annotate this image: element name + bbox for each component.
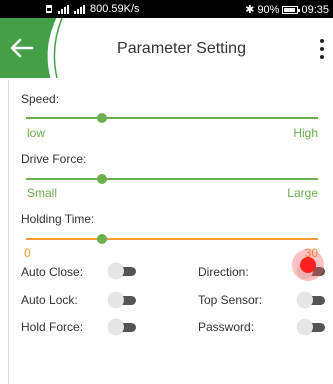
top-sensor-toggle-thumb xyxy=(297,292,313,308)
holding-time-slider-thumb[interactable] xyxy=(96,234,107,244)
auto-close-toggle[interactable] xyxy=(108,263,138,279)
battery-percent: 90% xyxy=(257,3,280,16)
overflow-menu-button[interactable] xyxy=(315,36,329,62)
touch-indicator-dot xyxy=(300,257,316,273)
drive-force-slider[interactable] xyxy=(26,174,318,184)
drive-force-slider-thumb[interactable] xyxy=(96,174,107,184)
speed-min-label: low xyxy=(27,126,46,140)
hold-force-toggle[interactable] xyxy=(108,319,138,335)
status-right: ✱ 90% 09:35 xyxy=(245,3,329,17)
app-header: Parameter Setting xyxy=(0,18,333,78)
drive-force-max-label: Large xyxy=(287,186,318,200)
speed-slider-thumb[interactable] xyxy=(96,113,107,123)
arrow-left-icon xyxy=(10,38,34,58)
auto-lock-toggle-thumb xyxy=(108,292,124,308)
direction-label: Direction: xyxy=(198,265,249,279)
top-sensor-label: Top Sensor: xyxy=(198,293,263,307)
speed-label: Speed: xyxy=(21,92,60,106)
more-vert-icon xyxy=(320,39,324,43)
password-label: Password: xyxy=(198,320,255,334)
password-toggle[interactable] xyxy=(297,319,327,335)
network-speed: 800.59K/s xyxy=(90,3,140,15)
battery-icon xyxy=(282,5,301,14)
speed-max-label: High xyxy=(293,126,318,140)
holding-time-slider[interactable] xyxy=(26,234,318,244)
auto-close-toggle-thumb xyxy=(108,263,124,279)
content-divider xyxy=(8,80,9,384)
bluetooth-icon: ✱ xyxy=(245,4,255,16)
holding-time-min-label: 0 xyxy=(24,246,31,260)
battery-fill xyxy=(284,7,296,12)
status-left: 800.59K/s xyxy=(44,3,140,15)
clock: 09:35 xyxy=(301,3,329,16)
auto-lock-toggle[interactable] xyxy=(108,292,138,308)
status-bar: 800.59K/s ✱ 90% 09:35 xyxy=(0,0,333,18)
password-toggle-thumb xyxy=(297,319,313,335)
hold-force-toggle-thumb xyxy=(108,319,124,335)
hold-force-label: Hold Force: xyxy=(21,320,84,334)
top-sensor-toggle[interactable] xyxy=(297,292,327,308)
more-vert-dot-3 xyxy=(320,55,324,59)
speed-slider[interactable] xyxy=(26,113,318,123)
signal-icon-2 xyxy=(74,5,85,14)
sim-card-icon xyxy=(46,5,52,13)
drive-force-min-label: Small xyxy=(27,186,58,200)
more-vert-dot-2 xyxy=(320,47,324,51)
holding-time-label: Holding Time: xyxy=(21,212,95,226)
back-button[interactable] xyxy=(6,34,38,62)
page-title: Parameter Setting xyxy=(117,40,246,57)
auto-lock-label: Auto Lock: xyxy=(21,293,78,307)
auto-close-label: Auto Close: xyxy=(21,265,84,279)
signal-icon xyxy=(58,5,69,14)
drive-force-label: Drive Force: xyxy=(21,152,87,166)
